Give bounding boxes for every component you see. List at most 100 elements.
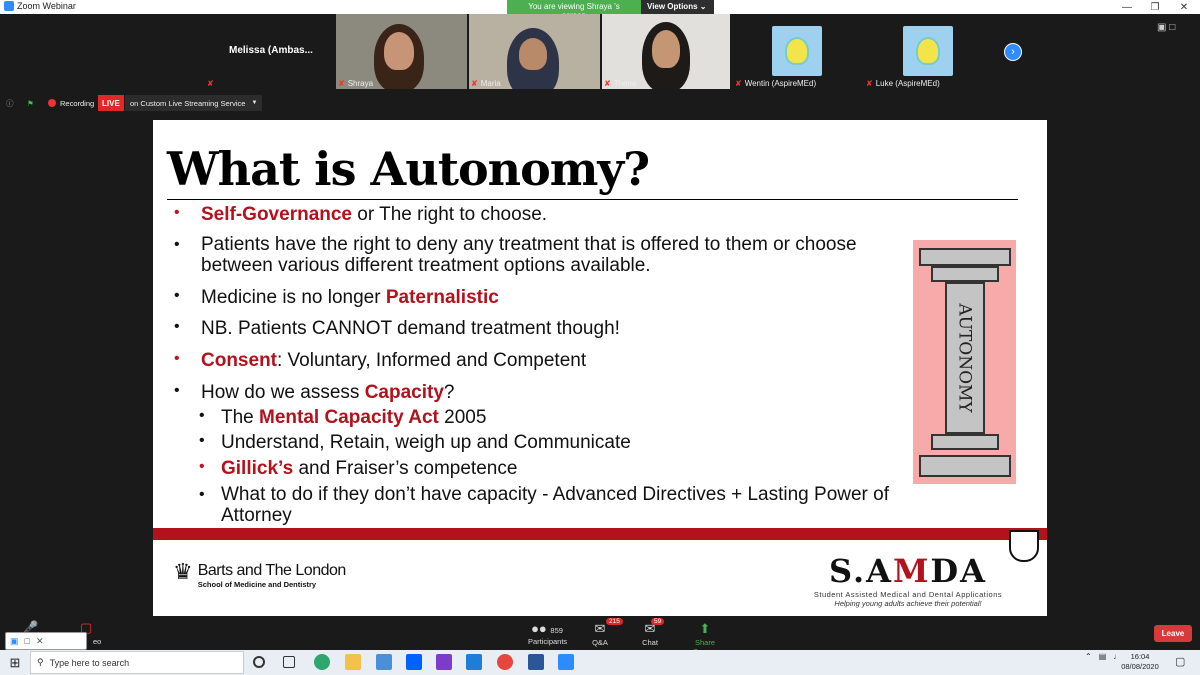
next-page-button[interactable]: › — [1004, 43, 1022, 61]
pillar-base — [919, 455, 1011, 477]
network-icon[interactable]: ▤ — [1099, 652, 1107, 661]
samda-logo: S.AMDA Student Assisted Medical and Dent… — [793, 552, 1023, 608]
mic-muted-icon: ✘ — [338, 79, 345, 88]
bullet-item: • Medicine is no longer Paternalistic — [174, 287, 499, 308]
video-label: eo — [93, 637, 102, 646]
live-badge: LIVE — [98, 95, 124, 111]
recording-indicator[interactable]: Recording — [48, 95, 94, 111]
participants-icon: ●● 859 — [531, 621, 563, 636]
system-tray: ⌃ ▤ ♩ — [1085, 652, 1121, 661]
barts-subtitle: School of Medicine and Dentistry — [197, 580, 317, 589]
word-icon[interactable] — [528, 654, 544, 670]
bullet-dot: • — [174, 318, 180, 335]
zoom-logo-icon — [4, 1, 14, 11]
task-view-icon[interactable] — [283, 656, 295, 668]
person-face — [384, 32, 414, 70]
tile-layout-icon[interactable]: ▣ □ — [1157, 22, 1175, 33]
clock-time: 16:04 — [1130, 652, 1150, 661]
shared-slide: What is Autonomy? • Self-Governance or T… — [153, 120, 1047, 616]
close-icon[interactable]: ✕ — [36, 636, 44, 647]
slide-title: What is Autonomy? — [167, 142, 650, 196]
bullet-item: • How do we assess Capacity? — [174, 382, 455, 403]
participant-tile[interactable]: ✘ Luke (AspireMEd) — [864, 14, 992, 89]
close-icon[interactable]: ✕ — [1170, 0, 1198, 14]
participant-tile[interactable]: ✘ Shraya — [336, 14, 467, 89]
participant-name-label: ✘ Wentin (AspireMEd) — [735, 79, 817, 88]
chat-badge: 59 — [651, 618, 665, 625]
leave-button[interactable]: Leave — [1154, 625, 1192, 642]
share-screen-icon: ⬆ — [699, 621, 711, 636]
stream-service-dropdown[interactable]: on Custom Live Streaming Service ▼ — [125, 95, 263, 111]
taskbar-clock[interactable]: 16:04 08/08/2020 — [1120, 652, 1160, 672]
bullet-item: • Patients have the right to deny any tr… — [174, 234, 857, 276]
chat-button[interactable]: ✉ 59 Chat — [641, 618, 665, 647]
taskbar-search-input[interactable]: ⚲ Type here to search — [30, 651, 244, 674]
recording-label: Recording — [60, 98, 95, 108]
qa-button[interactable]: ✉ 215 Q&A — [589, 618, 623, 647]
dropbox-icon[interactable] — [406, 654, 422, 670]
bullet-item: • NB. Patients CANNOT demand treatment t… — [174, 318, 620, 339]
participant-tile[interactable]: ✘ Theno — [602, 14, 730, 89]
qa-badge: 215 — [606, 618, 623, 625]
shield-icon[interactable]: ⚑ — [27, 95, 34, 111]
person-face — [519, 38, 547, 70]
zoom-taskbar-icon[interactable] — [558, 654, 574, 670]
minimize-icon[interactable]: — — [1113, 0, 1141, 14]
search-icon: ⚲ — [37, 657, 44, 667]
pillar-top-cap — [919, 248, 1011, 266]
record-dot-icon — [48, 99, 56, 107]
file-explorer-icon[interactable] — [345, 654, 361, 670]
restore-icon[interactable]: ❐ — [1141, 0, 1169, 14]
mic-muted-icon: ✘ — [207, 79, 214, 88]
autonomy-pillar-image: AUTONOMY — [913, 240, 1016, 484]
mic-muted-icon: ✘ — [471, 79, 478, 88]
store-icon[interactable] — [376, 654, 392, 670]
participant-name-label: ✘ Maria — [471, 79, 501, 88]
windows-start-icon[interactable]: ⊞ — [0, 650, 30, 675]
screen-share-banner: You are viewing Shraya 's screen View Op… — [507, 0, 714, 20]
pillar-shaft: AUTONOMY — [945, 282, 985, 434]
edge-icon[interactable] — [314, 654, 330, 670]
bullet-dot: • — [174, 204, 180, 221]
cortana-icon[interactable] — [253, 656, 265, 668]
barts-logo: ♛ Barts and The London School of Medicin… — [173, 561, 347, 590]
restore-icon[interactable]: □ — [25, 636, 30, 646]
aspiremed-logo — [903, 26, 953, 76]
samda-wordmark: S.AMDA — [829, 552, 987, 590]
samda-tagline: Student Assisted Medical and Dental Appl… — [813, 590, 1003, 599]
view-options-button[interactable]: View Options ⌄ — [641, 0, 714, 14]
participant-name-label: ✘ Shraya — [338, 79, 374, 88]
sub-bullet-item: • Gillick’s and Fraiser’s competence — [199, 458, 518, 479]
participant-name-label: ✘ Luke (AspireMEd) — [866, 79, 940, 88]
aspiremed-logo — [772, 26, 822, 76]
app-title: Zoom Webinar — [4, 1, 76, 11]
chevron-up-icon[interactable]: ⌃ — [1085, 652, 1092, 661]
participant-tile[interactable]: ✘ Maria — [469, 14, 600, 89]
bullet-dot: • — [199, 432, 205, 449]
mail-icon[interactable] — [466, 654, 482, 670]
participant-tile[interactable]: Melissa (Ambas... ✘ — [201, 14, 334, 89]
participants-button[interactable]: ●● 859 Participants — [528, 621, 567, 646]
window-title-text: Zoom Webinar — [17, 1, 76, 11]
participant-tile[interactable]: ✘ Wentin (AspireMEd) — [733, 14, 861, 89]
bullet-dot: • — [174, 382, 180, 399]
participant-name-label: ✘ Theno — [604, 79, 637, 88]
title-divider — [167, 199, 1018, 200]
minimized-window-control[interactable]: ▣ □ ✕ — [5, 632, 87, 650]
bullet-item: • Consent: Voluntary, Informed and Compe… — [174, 350, 587, 371]
stream-label: on Custom Live Streaming Service — [130, 98, 246, 108]
barts-name: Barts and The London — [197, 562, 347, 579]
bullet-item: • Self-Governance or The right to choose… — [174, 204, 548, 225]
pillar-text: AUTONOMY — [955, 303, 976, 413]
samda-slogan: Helping young adults achieve their poten… — [834, 599, 982, 608]
bullet-dot: • — [199, 458, 205, 475]
chrome-icon[interactable] — [497, 654, 513, 670]
photos-icon[interactable] — [436, 654, 452, 670]
bullet-dot: • — [199, 486, 205, 503]
notifications-icon[interactable]: ▢ — [1175, 655, 1185, 668]
mic-muted-icon: ✘ — [735, 79, 742, 88]
participant-name: Melissa (Ambas... — [229, 45, 313, 56]
zoom-mini-icon[interactable]: ▣ — [10, 636, 19, 647]
sub-bullet-item: • What to do if they don’t have capacity… — [199, 484, 889, 526]
info-icon[interactable]: ⓘ — [6, 95, 14, 111]
